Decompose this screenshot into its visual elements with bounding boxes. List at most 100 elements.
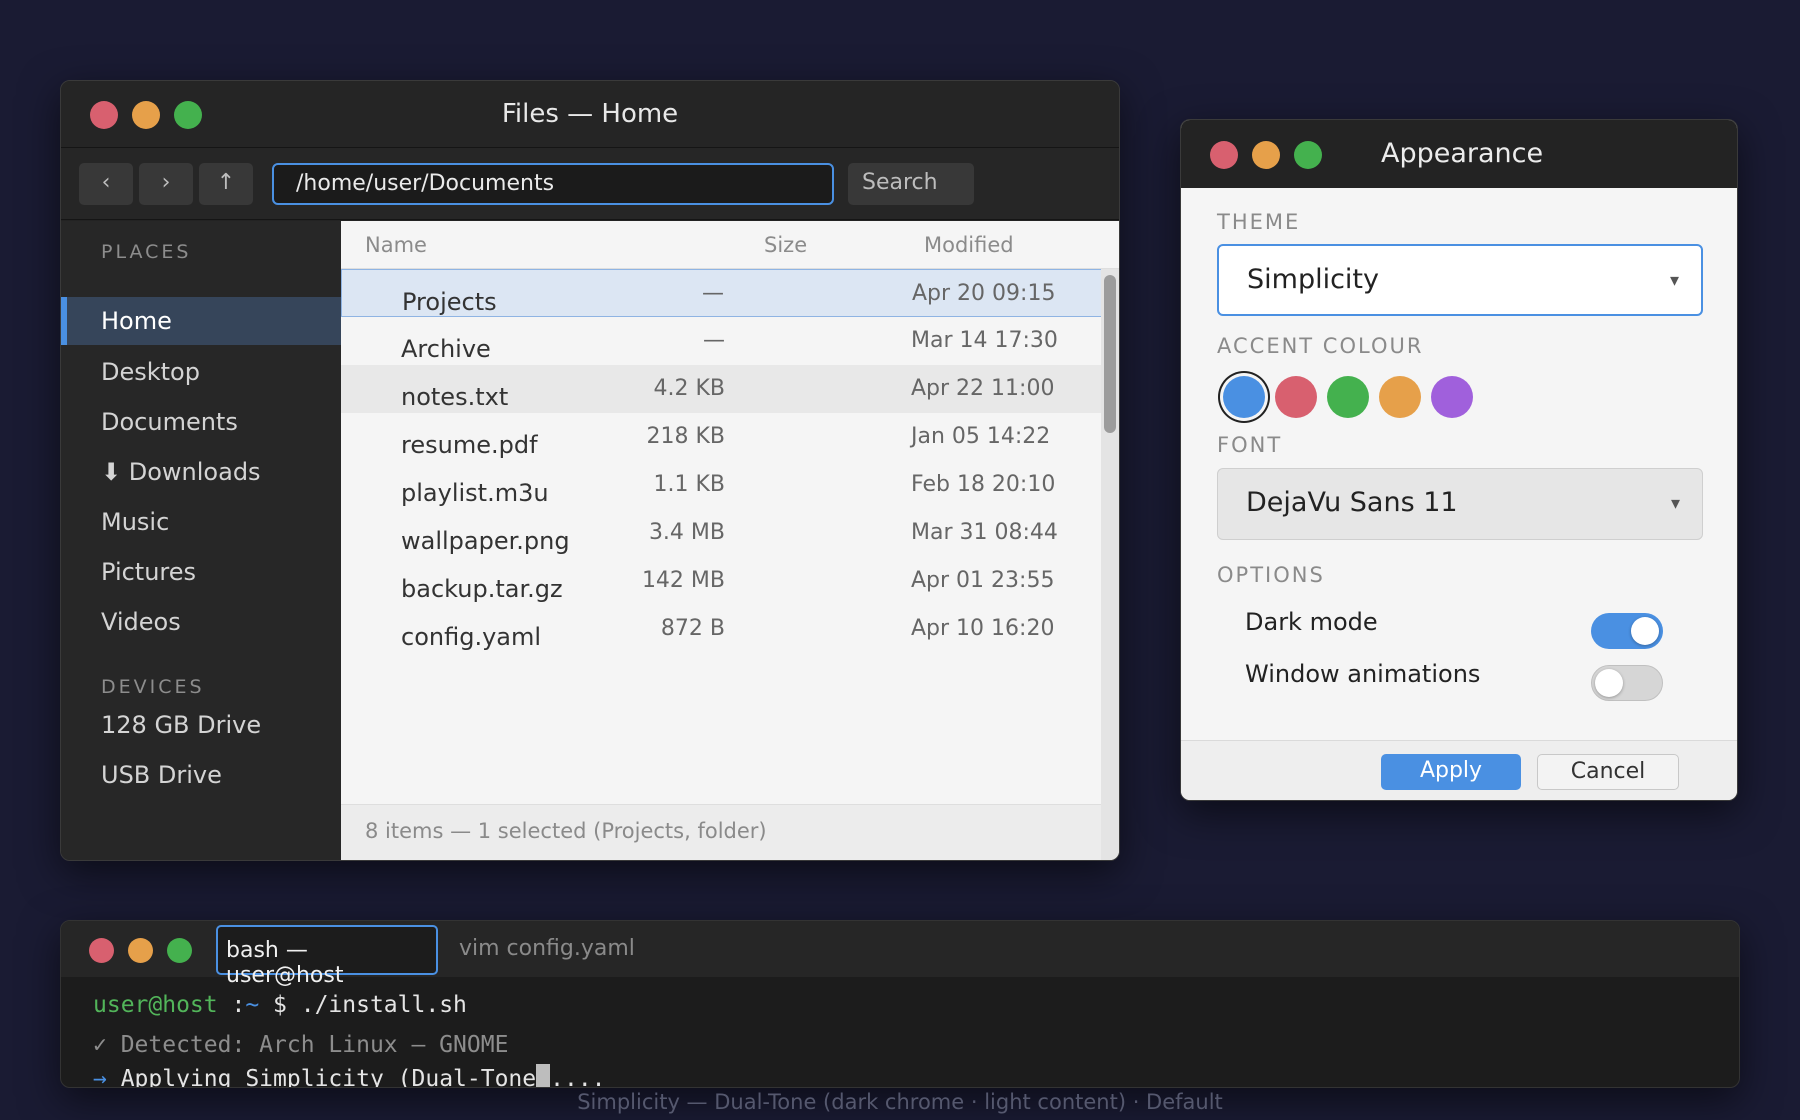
- file-size: 3.4 MB: [648, 520, 725, 545]
- accent-swatch-3[interactable]: [1327, 376, 1369, 418]
- back-button[interactable]: ‹: [79, 163, 133, 205]
- maximize-window-button[interactable]: [1294, 141, 1322, 169]
- accent-swatch-5[interactable]: [1431, 376, 1473, 418]
- sidebar-item-label: Pictures: [101, 558, 197, 586]
- accent-swatch-4[interactable]: [1379, 376, 1421, 418]
- sidebar-item-downloads[interactable]: ⬇ Downloads: [61, 448, 341, 496]
- file-row[interactable]: config.yaml 872 B Apr 10 16:20: [341, 605, 1103, 653]
- files-window-title: Files — Home: [501, 99, 679, 129]
- search-button[interactable]: Search: [848, 163, 974, 205]
- sidebar-item-label: Documents: [101, 408, 238, 436]
- chevron-down-icon: ▾: [1669, 270, 1679, 291]
- toggle-knob: [1631, 617, 1659, 645]
- path-input[interactable]: /home/user/Documents: [272, 163, 834, 205]
- column-modified[interactable]: Modified: [924, 233, 1014, 257]
- file-list-scrollbar[interactable]: [1101, 269, 1119, 860]
- maximize-window-button[interactable]: [167, 938, 192, 963]
- sidebar-item-pictures[interactable]: Pictures: [61, 548, 341, 596]
- file-list: Name Size Modified Projects — Apr 20 09:15…: [341, 221, 1119, 860]
- window-controls: [1210, 141, 1322, 169]
- file-name-text: wallpaper.png: [401, 527, 570, 555]
- font-dropdown[interactable]: DejaVu Sans 11 ▾: [1217, 468, 1703, 540]
- progress-ellipsis: ....: [550, 1066, 606, 1088]
- forward-button[interactable]: ›: [139, 163, 193, 205]
- file-row[interactable]: notes.txt 4.2 KB Apr 22 11:00: [341, 365, 1103, 413]
- file-name-text: backup.tar.gz: [401, 575, 563, 603]
- file-name-text: playlist.m3u: [401, 479, 549, 507]
- options-label: OPTIONS: [1217, 563, 1325, 587]
- sidebar-item-home[interactable]: Home: [61, 297, 341, 345]
- file-row[interactable]: wallpaper.png 3.4 MB Mar 31 08:44: [341, 509, 1103, 557]
- prompt-separator: :: [217, 992, 246, 1018]
- sidebar-item-label: 128 GB Drive: [101, 711, 262, 739]
- theme-caption: Simplicity — Dual-Tone (dark chrome · li…: [577, 1090, 1223, 1114]
- arrow-icon: →: [93, 1066, 107, 1088]
- file-modified: Mar 14 17:30: [911, 328, 1058, 353]
- file-name-text: Projects: [402, 288, 497, 316]
- file-row[interactable]: Projects — Apr 20 09:15: [341, 269, 1103, 317]
- file-row[interactable]: Archive — Mar 14 17:30: [341, 317, 1103, 365]
- terminal-tab-vim[interactable]: vim config.yaml: [451, 925, 643, 975]
- file-row[interactable]: playlist.m3u 1.1 KB Feb 18 20:10: [341, 461, 1103, 509]
- sidebar-device-1[interactable]: 128 GB Drive: [61, 701, 341, 749]
- terminal-prompt-line: user@host :~ $ ./install.sh: [93, 992, 467, 1018]
- places-heading: PLACES: [101, 241, 192, 263]
- file-row[interactable]: backup.tar.gz 142 MB Apr 01 23:55: [341, 557, 1103, 605]
- progress-text: Applying Simplicity (Dual-Tone: [106, 1066, 537, 1088]
- sidebar-item-videos[interactable]: Videos: [61, 598, 341, 646]
- sidebar-item-label: Home: [101, 307, 172, 335]
- file-size: 1.1 KB: [653, 472, 726, 497]
- dark-mode-toggle[interactable]: [1591, 613, 1663, 649]
- window-animations-label: Window animations: [1245, 660, 1481, 688]
- column-header: Name Size Modified: [341, 221, 1119, 269]
- file-name-text: notes.txt: [401, 383, 509, 411]
- font-label: FONT: [1217, 433, 1283, 457]
- file-modified: Apr 20 09:15: [912, 281, 1056, 306]
- accent-swatch-2[interactable]: [1275, 376, 1317, 418]
- file-name-text: config.yaml: [401, 623, 542, 651]
- scrollbar-thumb[interactable]: [1104, 275, 1116, 433]
- devices-heading: DEVICES: [101, 676, 205, 698]
- file-modified: Jan 05 14:22: [911, 424, 1051, 449]
- terminal-window: bash — user@host vim config.yaml user@ho…: [60, 920, 1740, 1088]
- sidebar-item-label: Downloads: [128, 458, 261, 486]
- file-name-text: Archive: [401, 335, 491, 363]
- file-size: —: [702, 281, 724, 306]
- sidebar-item-music[interactable]: Music: [61, 498, 341, 546]
- terminal-tabbar: bash — user@host vim config.yaml: [61, 921, 1739, 988]
- column-name[interactable]: Name: [365, 233, 427, 257]
- sidebar-item-label: USB Drive: [101, 761, 222, 789]
- column-size[interactable]: Size: [764, 233, 807, 257]
- file-size: —: [703, 328, 725, 353]
- files-toolbar: ‹ › ↑ /home/user/Documents Search: [61, 148, 1119, 220]
- close-window-button[interactable]: [89, 938, 114, 963]
- file-size: 218 KB: [646, 424, 725, 449]
- sidebar-device-2[interactable]: USB Drive: [61, 751, 341, 799]
- chevron-down-icon: ▾: [1670, 493, 1680, 514]
- theme-value: Simplicity: [1247, 264, 1379, 295]
- appearance-titlebar: Appearance: [1181, 120, 1737, 188]
- terminal-output-line: → Applying Simplicity (Dual-Tone....: [93, 1064, 606, 1088]
- file-modified: Apr 10 16:20: [911, 616, 1055, 641]
- window-animations-toggle[interactable]: [1591, 665, 1663, 701]
- sidebar-item-documents[interactable]: Documents: [61, 398, 341, 446]
- files-titlebar: Files — Home: [61, 81, 1119, 148]
- dark-mode-label: Dark mode: [1245, 608, 1378, 636]
- terminal-tab-bash[interactable]: bash — user@host: [216, 925, 438, 988]
- minimize-window-button[interactable]: [128, 938, 153, 963]
- toggle-knob: [1595, 669, 1623, 697]
- cancel-button[interactable]: Cancel: [1537, 754, 1679, 790]
- dialog-footer: Apply Cancel: [1181, 740, 1737, 800]
- file-modified: Mar 31 08:44: [911, 520, 1058, 545]
- close-window-button[interactable]: [1210, 141, 1238, 169]
- sidebar-item-desktop[interactable]: Desktop: [61, 348, 341, 396]
- up-button[interactable]: ↑: [199, 163, 253, 205]
- theme-dropdown[interactable]: Simplicity ▾: [1217, 244, 1703, 316]
- minimize-window-button[interactable]: [1252, 141, 1280, 169]
- apply-button[interactable]: Apply: [1381, 754, 1521, 790]
- accent-swatch-1[interactable]: [1223, 376, 1265, 418]
- file-name-text: resume.pdf: [401, 431, 538, 459]
- status-bar: 8 items — 1 selected (Projects, folder): [341, 804, 1101, 860]
- file-row[interactable]: resume.pdf 218 KB Jan 05 14:22: [341, 413, 1103, 461]
- accent-colour-label: ACCENT COLOUR: [1217, 334, 1424, 358]
